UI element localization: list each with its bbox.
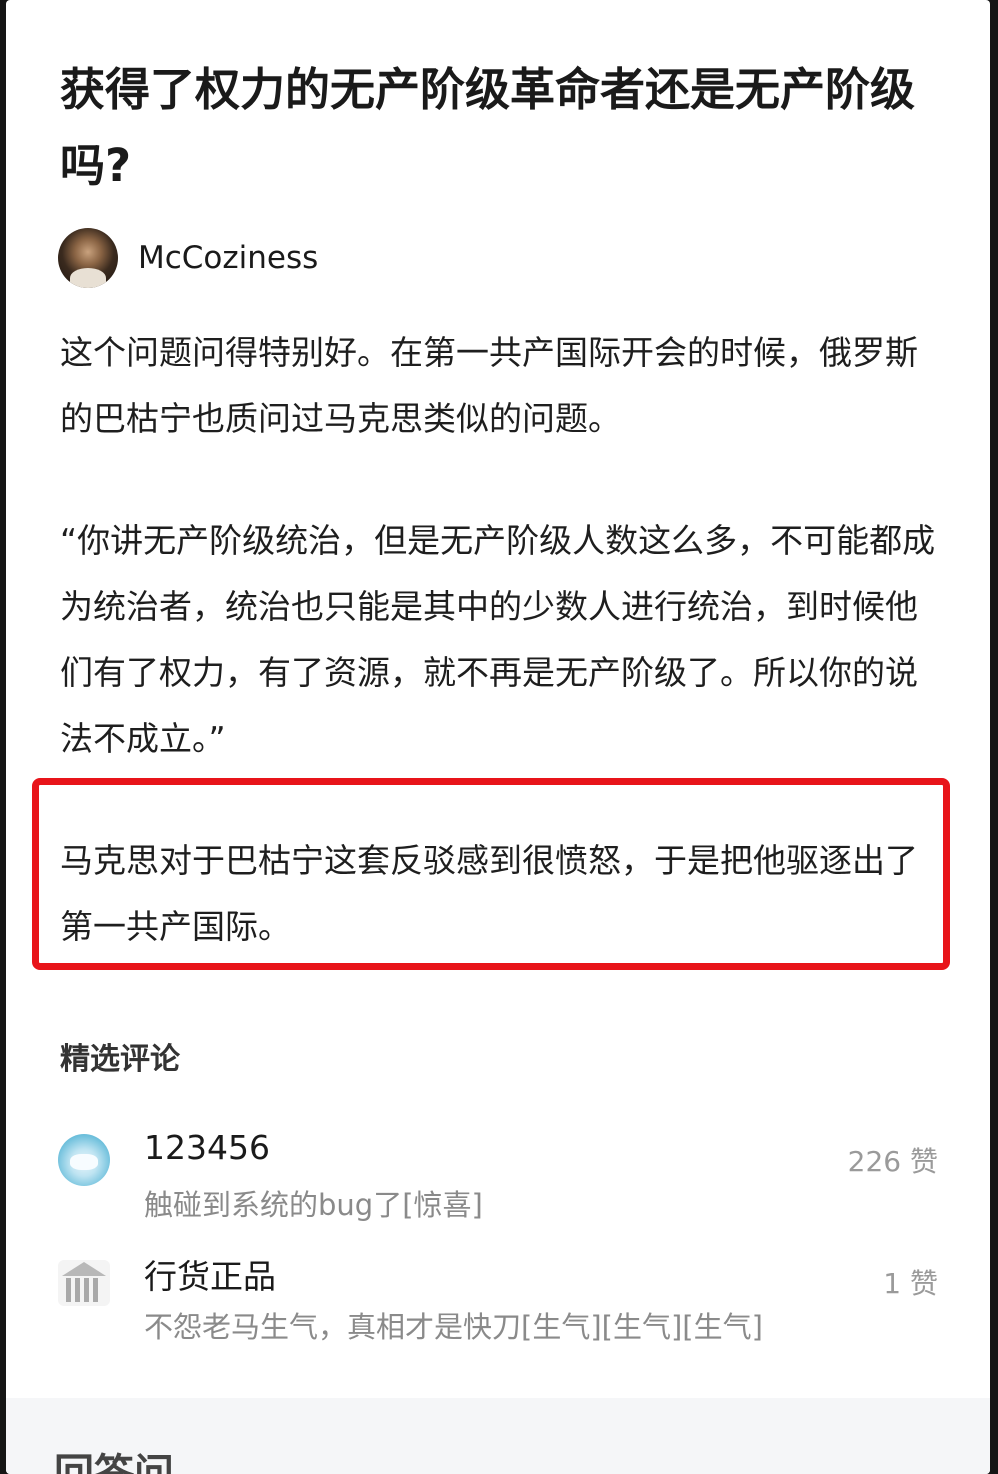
comment-item[interactable]: 行货正品 不怨老马生气，真相才是快刀[生气][生气][生气] 1 赞 (58, 1250, 938, 1360)
answer-paragraph-1: 这个问题问得特别好。在第一共产国际开会的时候，俄罗斯的巴枯宁也质问过马克思类似的… (60, 333, 918, 438)
footer-heading: 回答问 (54, 1451, 174, 1474)
commenter-avatar[interactable] (58, 1134, 110, 1186)
commenter-name[interactable]: 行货正品 (144, 1250, 276, 1298)
answer-paragraph-3: 马克思对于巴枯宁这套反驳感到很愤怒，于是把他驱逐出了第一共产国际。 (60, 841, 918, 946)
answer-page: 获得了权力的无产阶级革命者还是无产阶级吗? McCoziness 这个问题问得特… (6, 0, 990, 1474)
comment-like-count[interactable]: 226 赞 (848, 1140, 938, 1180)
question-title[interactable]: 获得了权力的无产阶级革命者还是无产阶级吗? (60, 52, 940, 204)
comment-text: 不怨老马生气，真相才是快刀[生气][生气][生气] (144, 1310, 763, 1344)
comment-like-count[interactable]: 1 赞 (883, 1262, 938, 1302)
featured-comments-title: 精选评论 (60, 1042, 180, 1077)
answer-paragraph-2: “你讲无产阶级统治，但是无产阶级人数这么多，不可能都成为统治者，统治也只能是其中… (60, 521, 936, 758)
commenter-avatar[interactable] (58, 1260, 110, 1306)
author-row[interactable]: McCoziness (58, 227, 318, 289)
commenter-name[interactable]: 123456 (144, 1128, 270, 1167)
author-avatar[interactable] (58, 228, 118, 288)
author-name[interactable]: McCoziness (138, 240, 318, 276)
comment-text: 触碰到系统的bug了[惊喜] (144, 1188, 483, 1222)
screenshot-frame: 获得了权力的无产阶级革命者还是无产阶级吗? McCoziness 这个问题问得特… (0, 0, 998, 1474)
comment-item[interactable]: 123456 触碰到系统的bug了[惊喜] 226 赞 (58, 1128, 938, 1238)
